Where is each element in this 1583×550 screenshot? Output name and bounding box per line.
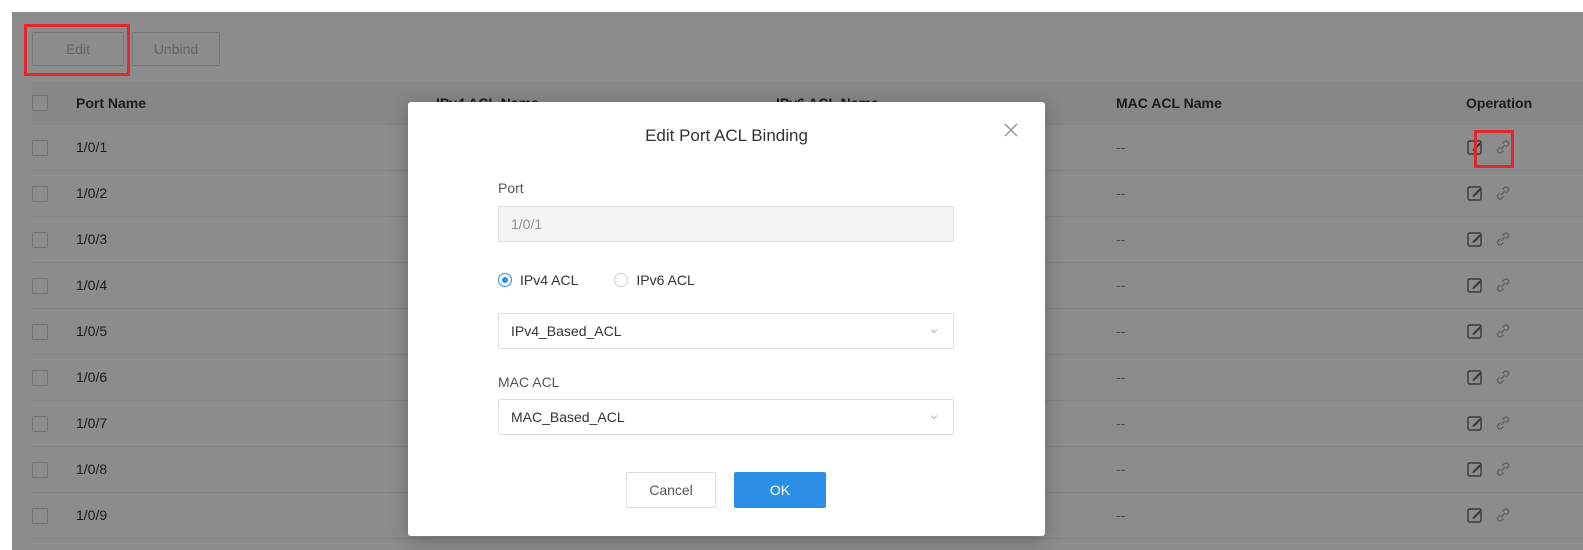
chevron-down-icon — [930, 329, 938, 334]
close-icon[interactable] — [1001, 120, 1021, 140]
dialog-title: Edit Port ACL Binding — [645, 126, 808, 145]
port-acl-page: Edit Unbind Port Name IPv4 ACL Name IPv6… — [12, 12, 1583, 550]
radio-ipv4-indicator[interactable] — [498, 273, 512, 287]
radio-ipv6-indicator[interactable] — [614, 273, 629, 287]
mac-acl-label: MAC ACL — [498, 374, 560, 390]
cancel-button[interactable]: Cancel — [626, 472, 716, 508]
acl-select[interactable]: IPv4_Based_ACL — [498, 313, 954, 349]
edit-button-highlight — [24, 24, 130, 76]
radio-ipv4-acl[interactable]: IPv4 ACL — [498, 272, 578, 288]
port-field: 1/0/1 — [498, 206, 954, 242]
edit-port-acl-dialog: Edit Port ACL Binding Port 1/0/1 IPv4 AC… — [408, 102, 1045, 536]
radio-ipv6-label: IPv6 ACL — [636, 272, 695, 288]
chevron-down-icon — [930, 415, 938, 420]
port-field-value: 1/0/1 — [511, 216, 543, 232]
radio-ipv4-label: IPv4 ACL — [520, 272, 579, 288]
edit-icon-highlight — [1474, 130, 1514, 168]
ok-button[interactable]: OK — [734, 472, 826, 508]
acl-type-radio-group: IPv4 ACL IPv6 ACL — [498, 272, 731, 288]
dialog-footer: Cancel OK — [626, 472, 826, 508]
port-label: Port — [498, 180, 524, 196]
acl-select-value: IPv4_Based_ACL — [511, 323, 622, 339]
radio-ipv6-acl[interactable]: IPv6 ACL — [614, 272, 695, 288]
mac-acl-select[interactable]: MAC_Based_ACL — [498, 399, 954, 435]
mac-acl-select-value: MAC_Based_ACL — [511, 409, 625, 425]
